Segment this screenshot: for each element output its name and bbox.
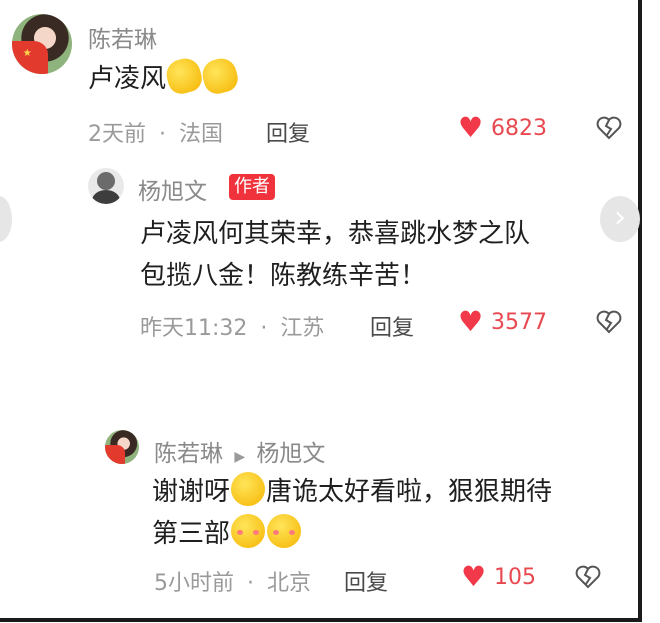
meta-separator: · bbox=[247, 571, 254, 596]
author-reply-line-1: 卢凌风何其荣幸，恭喜跳水梦之队 bbox=[140, 219, 531, 249]
author-avatar[interactable] bbox=[88, 168, 124, 204]
comment-text: 卢凌风 bbox=[88, 55, 241, 100]
waving-hand-emoji bbox=[199, 55, 241, 97]
smirk-emoji bbox=[231, 472, 266, 506]
author-reply-text: 卢凌风何其荣幸，恭喜跳水梦之队 包揽八金！陈教练辛苦！ bbox=[140, 213, 530, 297]
nested-location: 北京 bbox=[267, 571, 312, 596]
like-icon[interactable]: ♥ bbox=[458, 114, 483, 142]
nested-reply-button[interactable]: 回复 bbox=[344, 565, 388, 597]
blushing-emoji bbox=[267, 514, 302, 548]
comment-username[interactable]: 陈若琳 bbox=[88, 20, 157, 54]
comment-reply-button[interactable]: 回复 bbox=[266, 116, 310, 148]
nested-line-1a: 谢谢呀 bbox=[152, 477, 231, 507]
meta-separator: · bbox=[159, 122, 166, 147]
author-reply-time: 昨天11:32 bbox=[140, 316, 248, 341]
author-reply-meta: 昨天11:32 · 江苏 bbox=[140, 310, 324, 342]
author-like-count: 3577 bbox=[491, 310, 547, 335]
nested-time: 5小时前 bbox=[154, 571, 234, 596]
nested-like-count: 105 bbox=[494, 565, 536, 590]
avatar[interactable]: ★ bbox=[12, 14, 72, 74]
like-icon[interactable]: ♥ bbox=[458, 308, 483, 336]
nested-avatar[interactable] bbox=[105, 430, 139, 464]
nested-username[interactable]: 陈若琳 bbox=[154, 441, 223, 467]
nested-reply-to[interactable]: 杨旭文 bbox=[256, 441, 325, 467]
author-reply-line-2: 包揽八金！陈教练辛苦！ bbox=[140, 261, 427, 291]
comment-time: 2天前 bbox=[88, 122, 146, 147]
next-arrow-icon[interactable]: › bbox=[600, 196, 640, 242]
comment-text-body: 卢凌风 bbox=[88, 64, 167, 94]
comment-like-count: 6823 bbox=[491, 116, 547, 141]
reply-arrow-icon: ▶ bbox=[234, 449, 246, 465]
comment-meta: 2天前 · 法国 bbox=[88, 116, 223, 148]
blushing-emoji bbox=[231, 514, 266, 548]
waving-hand-emoji bbox=[163, 55, 205, 97]
nested-line-2: 第三部 bbox=[152, 519, 231, 549]
author-reply-button[interactable]: 回复 bbox=[370, 310, 414, 342]
author-reply-location: 江苏 bbox=[280, 316, 325, 341]
dislike-icon[interactable] bbox=[596, 115, 622, 141]
nested-line-1b: 唐诡太好看啦，狠狠期待 bbox=[266, 477, 553, 507]
like-icon[interactable]: ♥ bbox=[461, 563, 486, 591]
author-badge: 作者 bbox=[229, 174, 275, 200]
comment-location: 法国 bbox=[179, 122, 224, 147]
nested-reply-text: 谢谢呀 唐诡太好看啦，狠狠期待 第三部 bbox=[152, 471, 552, 555]
author-username[interactable]: 杨旭文 bbox=[138, 172, 207, 206]
nested-reply-header: 陈若琳 ▶ 杨旭文 bbox=[154, 434, 325, 468]
nested-reply-meta: 5小时前 · 北京 bbox=[154, 565, 311, 597]
dislike-icon[interactable] bbox=[575, 564, 601, 590]
star-icon: ★ bbox=[22, 48, 32, 59]
meta-separator: · bbox=[260, 316, 268, 341]
dislike-icon[interactable] bbox=[596, 309, 622, 335]
